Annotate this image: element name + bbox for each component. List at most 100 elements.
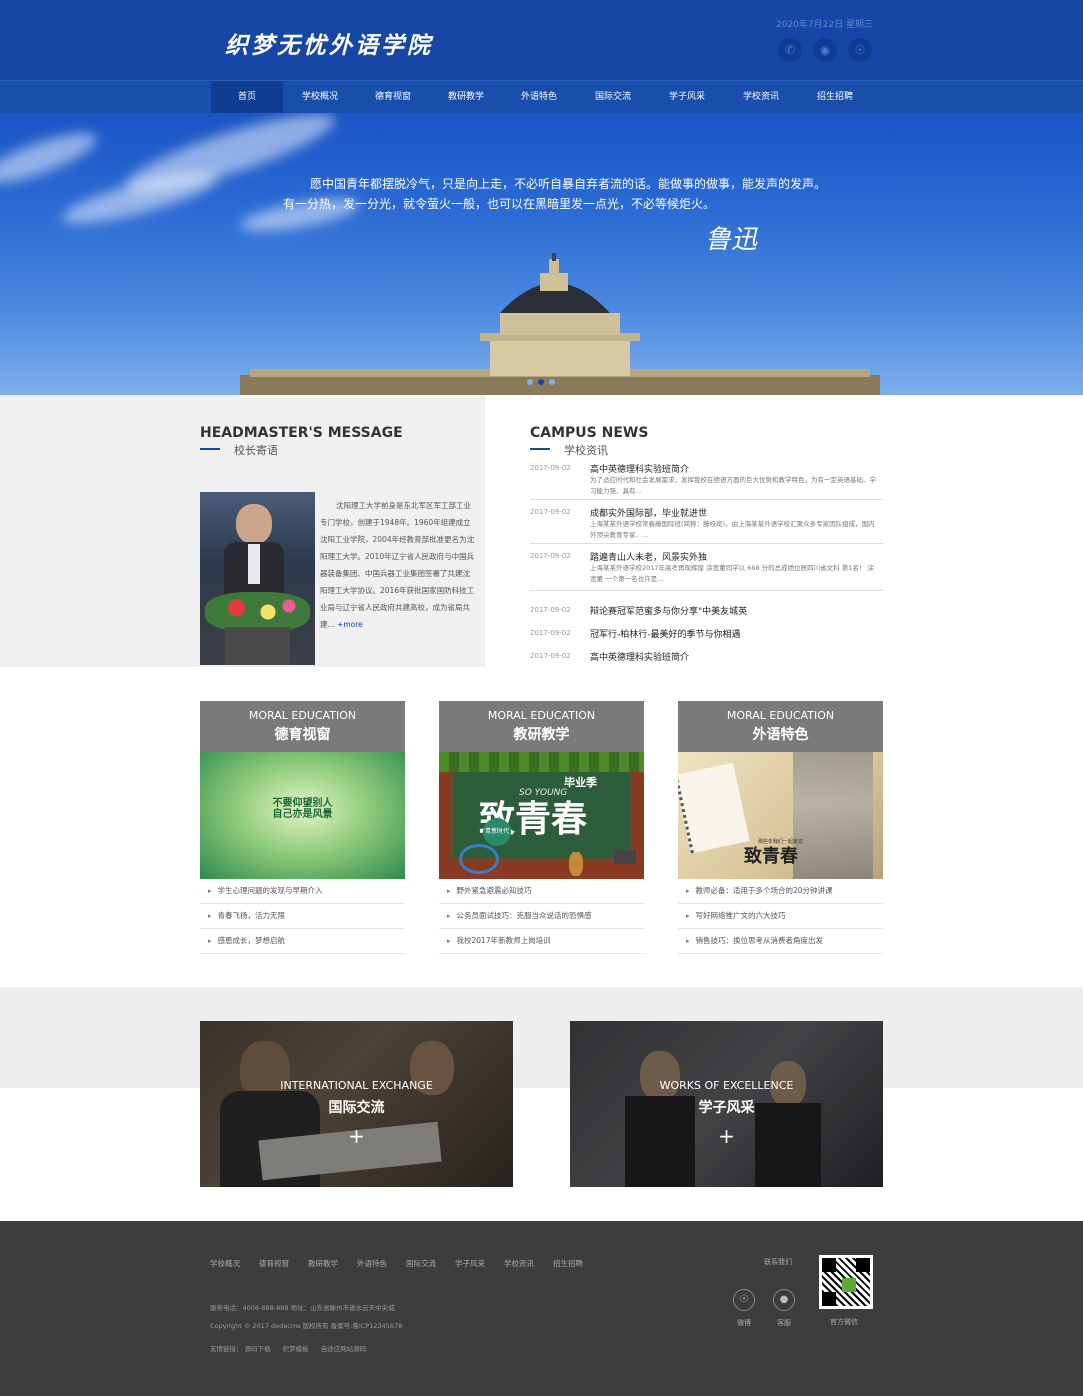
nav-item-overview[interactable]: 学校概况 [284, 81, 356, 114]
friend-links-label: 友情链接： [210, 1345, 243, 1353]
card-list: 野外紧急避震必知技巧 公务员面试技巧：克服当众说话的恐惧感 我校2017年新教师… [439, 879, 644, 954]
card-title-zh: 德育视窗 [274, 727, 331, 743]
wechat-icon[interactable]: ◉ [813, 38, 837, 62]
campus-news-title: CAMPUS NEWS [530, 425, 649, 441]
headmaster-subtitle: 校长寄语 [234, 444, 278, 457]
list-item[interactable]: 感恩成长，梦想启航 [200, 929, 405, 954]
tile-title-en: WORKS OF EXCELLENCE [659, 1079, 794, 1092]
weibo-icon[interactable]: ☉ [848, 38, 872, 62]
news-title[interactable]: 高中英德理科实验班简介 [590, 462, 689, 475]
card-header[interactable]: MORAL EDUCATION 德育视窗 [200, 701, 405, 752]
news-title[interactable]: 辩论赛冠军范蜜多与你分享"中美友城英 [590, 604, 747, 617]
campus-news-subtitle: 学校资讯 [564, 444, 608, 457]
qq-icon[interactable]: ● [773, 1289, 795, 1311]
list-item[interactable]: 野外紧急避震必知技巧 [439, 879, 644, 904]
tile-title-en: INTERNATIONAL EXCHANGE [280, 1079, 433, 1092]
weibo-icon[interactable]: ☉ [733, 1289, 755, 1311]
qr-label: 官方微信 [830, 1318, 858, 1326]
card-moral: MORAL EDUCATION 德育视窗 不要仰望别人 自己亦是风景 学生心理问… [200, 701, 405, 954]
card-header[interactable]: MORAL EDUCATION 外语特色 [678, 701, 883, 752]
card-image[interactable]: 毕业季 SO YOUNG 致青春 青葱时代 [439, 752, 644, 879]
nav-item-news[interactable]: 学校资讯 [725, 81, 797, 114]
list-item[interactable]: 教师必备：适用于多个场合的20分钟讲课 [678, 879, 883, 904]
news-desc: 上海某某外语学校常春藤国际班(简称：藤校班)，由上海某某外语学校汇聚众多专家团队… [590, 520, 875, 539]
international-exchange-tile[interactable]: INTERNATIONAL EXCHANGE 国际交流 + [200, 1021, 513, 1187]
friend-link[interactable]: 源码下载 [245, 1345, 271, 1353]
site-footer [0, 1221, 1083, 1396]
contact-label: 联系我们 [764, 1258, 792, 1266]
news-date: 2017-09-02 [530, 629, 571, 637]
card-title-zh: 外语特色 [752, 727, 809, 743]
banner-quote-line1: 愿中国青年都摆脱冷气，只是向上走，不必听自暴自弃者流的话。能做事的做事，能发声的… [310, 177, 827, 191]
plus-icon[interactable]: + [570, 1124, 883, 1148]
list-item[interactable]: 学生心理问题的发现与早期介入 [200, 879, 405, 904]
card-image-small-text: 毕业季 [564, 776, 597, 789]
slider-dot-active[interactable] [538, 379, 544, 385]
friend-links: 友情链接： 源码下载 织梦模板 自适应网站源码 [210, 1343, 366, 1353]
slider-dot[interactable] [549, 379, 555, 385]
news-title[interactable]: 高中英德理科实验班简介 [590, 650, 689, 663]
footer-link[interactable]: 外语特色 [357, 1258, 387, 1269]
nav-item-moral[interactable]: 德育视窗 [357, 81, 429, 114]
footer-link[interactable]: 国际交流 [406, 1258, 436, 1269]
card-list: 教师必备：适用于多个场合的20分钟讲课 写好网络推广文的六大技巧 销售技巧：换位… [678, 879, 883, 954]
banner-signature: 鲁迅 [705, 225, 758, 255]
copyright: Copyright © 2017 dedecms 版权所有 备案号:鲁ICP12… [210, 1322, 403, 1330]
tile-title-zh: 国际交流 [328, 1100, 385, 1116]
news-desc: 上海某某外语学校2017年高考再现辉煌 涂宽董同学以 668 分的总成绩位居四川… [590, 564, 874, 583]
list-item[interactable]: 销售技巧：换位思考从消费者角度出发 [678, 929, 883, 954]
card-image[interactable]: 不要仰望别人 自己亦是风景 [200, 752, 405, 879]
news-desc: 为了适应时代和社会发展需求，发挥我校在德语方面的巨大优势和教学特色，为有一定英语… [590, 476, 876, 495]
footer-link[interactable]: 招生招聘 [553, 1258, 583, 1269]
title-underline [200, 448, 220, 450]
divider [530, 590, 884, 591]
news-date: 2017-09-02 [530, 606, 571, 614]
nav-item-language[interactable]: 外语特色 [503, 81, 575, 114]
card-title-en: MORAL EDUCATION [248, 709, 357, 722]
news-title[interactable]: 冠军行-柏林行-最美好的季节与你相遇 [590, 627, 741, 640]
card-image-text: 致青春 [744, 846, 798, 867]
list-item[interactable]: 写好网络推广文的六大技巧 [678, 904, 883, 929]
nav-item-recruit[interactable]: 招生招聘 [799, 81, 871, 114]
more-link[interactable]: +more [337, 620, 363, 629]
footer-link[interactable]: 教研教学 [308, 1258, 338, 1269]
works-of-excellence-tile[interactable]: WORKS OF EXCELLENCE 学子风采 + [570, 1021, 883, 1187]
card-title-zh: 教研教学 [513, 727, 570, 743]
site-header [0, 0, 1083, 80]
card-list: 学生心理问题的发现与早期介入 青春飞扬，活力无限 感恩成长，梦想启航 [200, 879, 405, 954]
site-logo[interactable]: 织梦无忧外语学院 [225, 26, 433, 60]
divider [530, 499, 884, 500]
nav-item-home[interactable]: 首页 [211, 81, 283, 114]
nav-item-students[interactable]: 学子风采 [651, 81, 723, 114]
card-title-en: MORAL EDUCATION [726, 709, 835, 722]
card-image-text: 不要仰望别人 自己亦是风景 [272, 798, 333, 820]
card-title-en: MORAL EDUCATION [487, 709, 596, 722]
footer-link[interactable]: 德育视窗 [259, 1258, 289, 1269]
list-item[interactable]: 我校2017年新教师上岗培训 [439, 929, 644, 954]
footer-link[interactable]: 学校资讯 [504, 1258, 534, 1269]
news-date: 2017-09-02 [530, 464, 571, 472]
footer-link[interactable]: 学子风采 [455, 1258, 485, 1269]
card-image[interactable]: 那些年我们一起走过 致青春 [678, 752, 883, 879]
slider-dot[interactable] [527, 379, 533, 385]
friend-link[interactable]: 自适应网站源码 [321, 1345, 367, 1353]
plus-icon[interactable]: + [200, 1124, 513, 1148]
building-illustration [240, 253, 880, 395]
friend-link[interactable]: 织梦模板 [283, 1345, 309, 1353]
footer-link[interactable]: 学校概况 [210, 1258, 240, 1269]
phone-icon[interactable]: ✆ [778, 38, 802, 62]
service-info: 服务电话：4008-888-888 地址：山东省滕州市善水云天中央城 [210, 1304, 395, 1312]
list-item[interactable]: 公务员面试技巧：克服当众说话的恐惧感 [439, 904, 644, 929]
hero-banner: 愿中国青年都摆脱冷气，只是向上走，不必听自暴自弃者流的话。能做事的做事，能发声的… [0, 113, 1083, 395]
list-item[interactable]: 青春飞扬，活力无限 [200, 904, 405, 929]
card-image-stamp: 青葱时代 [483, 818, 511, 846]
weibo-label: 微博 [737, 1319, 751, 1327]
news-title[interactable]: 成都实外国际部，毕业就进世 [590, 506, 707, 519]
headmaster-body: 沈阳理工大学前身是东北军区军工部工业专门学校，创建于1948年。1960年组建成… [320, 501, 475, 629]
nav-item-teaching[interactable]: 教研教学 [430, 81, 502, 114]
nav-item-international[interactable]: 国际交流 [577, 81, 649, 114]
qq-label: 客服 [777, 1319, 791, 1327]
card-header[interactable]: MORAL EDUCATION 教研教学 [439, 701, 644, 752]
banner-quote-line2: 有一分热，发一分光，就令萤火一般，也可以在黑暗里发一点光，不必等候炬火。 [283, 197, 716, 211]
news-title[interactable]: 踏遍青山人未老，风景实外独 [590, 550, 707, 563]
